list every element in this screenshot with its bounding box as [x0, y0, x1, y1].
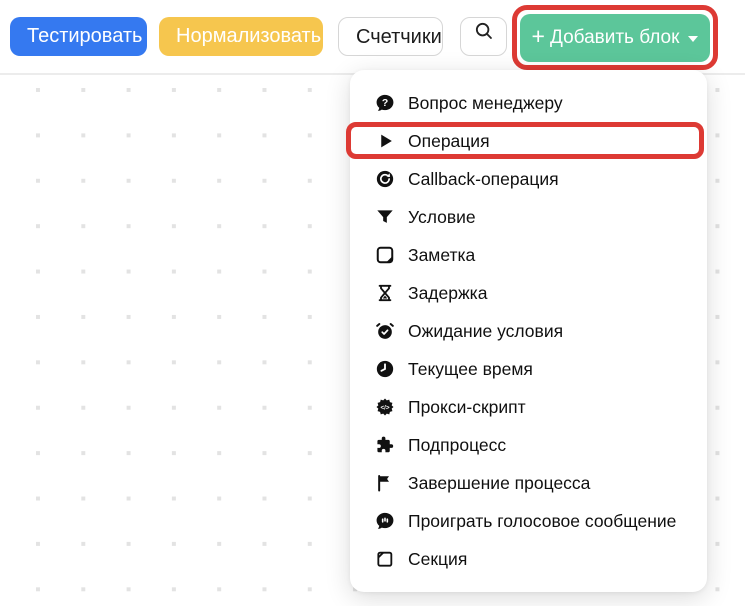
menu-item-label: Операция — [408, 130, 490, 151]
menu-item-play[interactable]: Операция — [346, 122, 707, 160]
counters-button[interactable]: Счетчики — [338, 17, 443, 56]
proxy-script-icon: </> — [375, 397, 395, 417]
normalize-button[interactable]: Нормализовать — [159, 17, 323, 56]
menu-item-label: Вопрос менеджеру — [408, 92, 563, 113]
svg-text:?: ? — [382, 98, 388, 109]
menu-item-filter[interactable]: Условие — [350, 198, 707, 236]
menu-item-label: Прокси-скрипт — [408, 396, 526, 417]
menu-item-label: Подпроцесс — [408, 434, 507, 455]
menu-item-puzzle[interactable]: Подпроцесс — [350, 426, 707, 464]
menu-item-note[interactable]: Заметка — [350, 236, 707, 274]
menu-item-label: Текущее время — [408, 358, 533, 379]
menu-item-label: Ожидание условия — [408, 320, 564, 341]
menu-item-flag[interactable]: Завершение процесса — [350, 464, 707, 502]
menu-item-label: Условие — [408, 206, 476, 227]
add-block-button[interactable]: + Добавить блок — [520, 13, 710, 62]
menu-item-label: Завершение процесса — [408, 472, 591, 493]
note-icon — [375, 245, 395, 265]
svg-text:</>: </> — [380, 404, 389, 411]
add-block-menu-list: ? Вопрос менеджеру Операция Callback-операц… — [346, 84, 707, 578]
caret-down-icon — [688, 35, 699, 42]
clock-icon — [375, 359, 395, 379]
menu-item-label: Секция — [408, 548, 468, 569]
menu-item-clock[interactable]: Текущее время — [350, 350, 707, 388]
menu-item-label: Задержка — [408, 282, 488, 303]
voice-message-icon — [375, 511, 395, 531]
search-button[interactable] — [460, 17, 507, 56]
menu-item-callback[interactable]: Callback-операция — [350, 160, 707, 198]
puzzle-icon — [375, 435, 395, 455]
flag-icon — [375, 473, 395, 493]
filter-icon — [375, 207, 395, 227]
menu-item-question-bubble[interactable]: ? Вопрос менеджеру — [350, 84, 707, 122]
menu-item-section[interactable]: Секция — [350, 540, 707, 578]
menu-item-alarm-check[interactable]: Ожидание условия — [350, 312, 707, 350]
menu-item-hourglass[interactable]: Задержка — [350, 274, 707, 312]
menu-item-label: Callback-операция — [408, 168, 559, 189]
highlight-annotation-operation — [346, 122, 704, 159]
menu-item-voice-message[interactable]: Проиграть голосовое сообщение — [350, 502, 707, 540]
callback-icon — [375, 169, 395, 189]
add-block-menu: ? Вопрос менеджеру Операция Callback-операц… — [346, 70, 707, 592]
toolbar: Тестировать Нормализовать Счетчики + Доб… — [0, 0, 745, 73]
section-icon — [375, 549, 395, 569]
play-icon — [375, 131, 395, 151]
question-bubble-icon: ? — [375, 93, 395, 113]
alarm-check-icon — [375, 321, 395, 341]
hourglass-icon — [375, 283, 395, 303]
search-icon — [473, 17, 495, 56]
test-button[interactable]: Тестировать — [10, 17, 147, 56]
flow-editor-screen: Тестировать Нормализовать Счетчики + Доб… — [0, 0, 745, 606]
add-block-annotation: + Добавить блок — [512, 5, 718, 70]
menu-item-proxy-script[interactable]: </> Прокси-скрипт — [350, 388, 707, 426]
menu-item-label: Проиграть голосовое сообщение — [408, 510, 677, 531]
menu-item-label: Заметка — [408, 244, 476, 265]
plus-icon: + — [531, 23, 545, 49]
add-block-label: Добавить блок — [549, 26, 680, 48]
